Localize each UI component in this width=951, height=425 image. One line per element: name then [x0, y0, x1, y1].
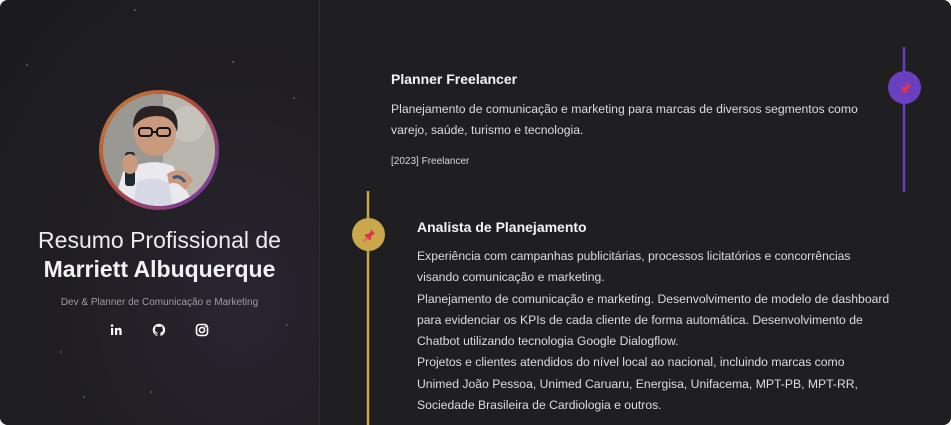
timeline-node-1 — [888, 71, 921, 104]
github-icon[interactable] — [151, 322, 167, 338]
description-line: para evidenciar os KPIs de cada cliente … — [417, 312, 863, 327]
pin-icon — [363, 228, 375, 242]
description-line: Projetos e clientes atendidos do nível l… — [417, 355, 845, 370]
profile-panel: Resumo Profissional de Marriett Albuquer… — [0, 0, 320, 425]
description-line: varejo, saúde, turismo e tecnologia. — [391, 123, 584, 138]
profile-photo — [103, 94, 215, 206]
timeline-node-2 — [352, 218, 385, 251]
profile-name: Marriett Albuquerque — [43, 256, 276, 282]
social-links — [108, 322, 218, 338]
experience-description: Experiência com campanhas publicitárias,… — [417, 246, 897, 416]
experience-title: Planner Freelancer — [391, 71, 518, 87]
description-line: Planejamento de comunicação e marketing … — [391, 102, 858, 116]
experience-timeline: Planner Freelancer Planejamento de comun… — [320, 0, 951, 425]
instagram-icon[interactable] — [194, 322, 210, 338]
linkedin-icon[interactable] — [108, 322, 124, 338]
experience-date: [2023] Freelancer — [391, 156, 470, 167]
resume-page: Resumo Profissional de Marriett Albuquer… — [0, 0, 951, 425]
description-line: Chatbot utilizando tecnologia Google Dia… — [417, 334, 679, 349]
avatar — [99, 90, 219, 210]
description-line: Planejamento de comunicação e marketing.… — [417, 291, 890, 306]
experience-description: Planejamento de comunicação e marketing … — [391, 99, 871, 142]
experience-title: Analista de Planejamento — [417, 219, 587, 235]
description-line: Experiência com campanhas publicitárias,… — [417, 249, 851, 263]
profile-subtitle: Dev & Planner de Comunicação e Marketing — [60, 297, 259, 308]
page-title: Resumo Profissional de — [38, 227, 281, 253]
description-line: Unimed João Pessoa, Unimed Caruaru, Ener… — [417, 376, 858, 391]
profile-photo-illustration — [103, 94, 215, 206]
description-line: visando comunicação e marketing. — [417, 270, 605, 285]
pin-icon — [899, 81, 911, 95]
description-line: Sociedade Brasileira de Cardiologia e ou… — [417, 398, 662, 413]
